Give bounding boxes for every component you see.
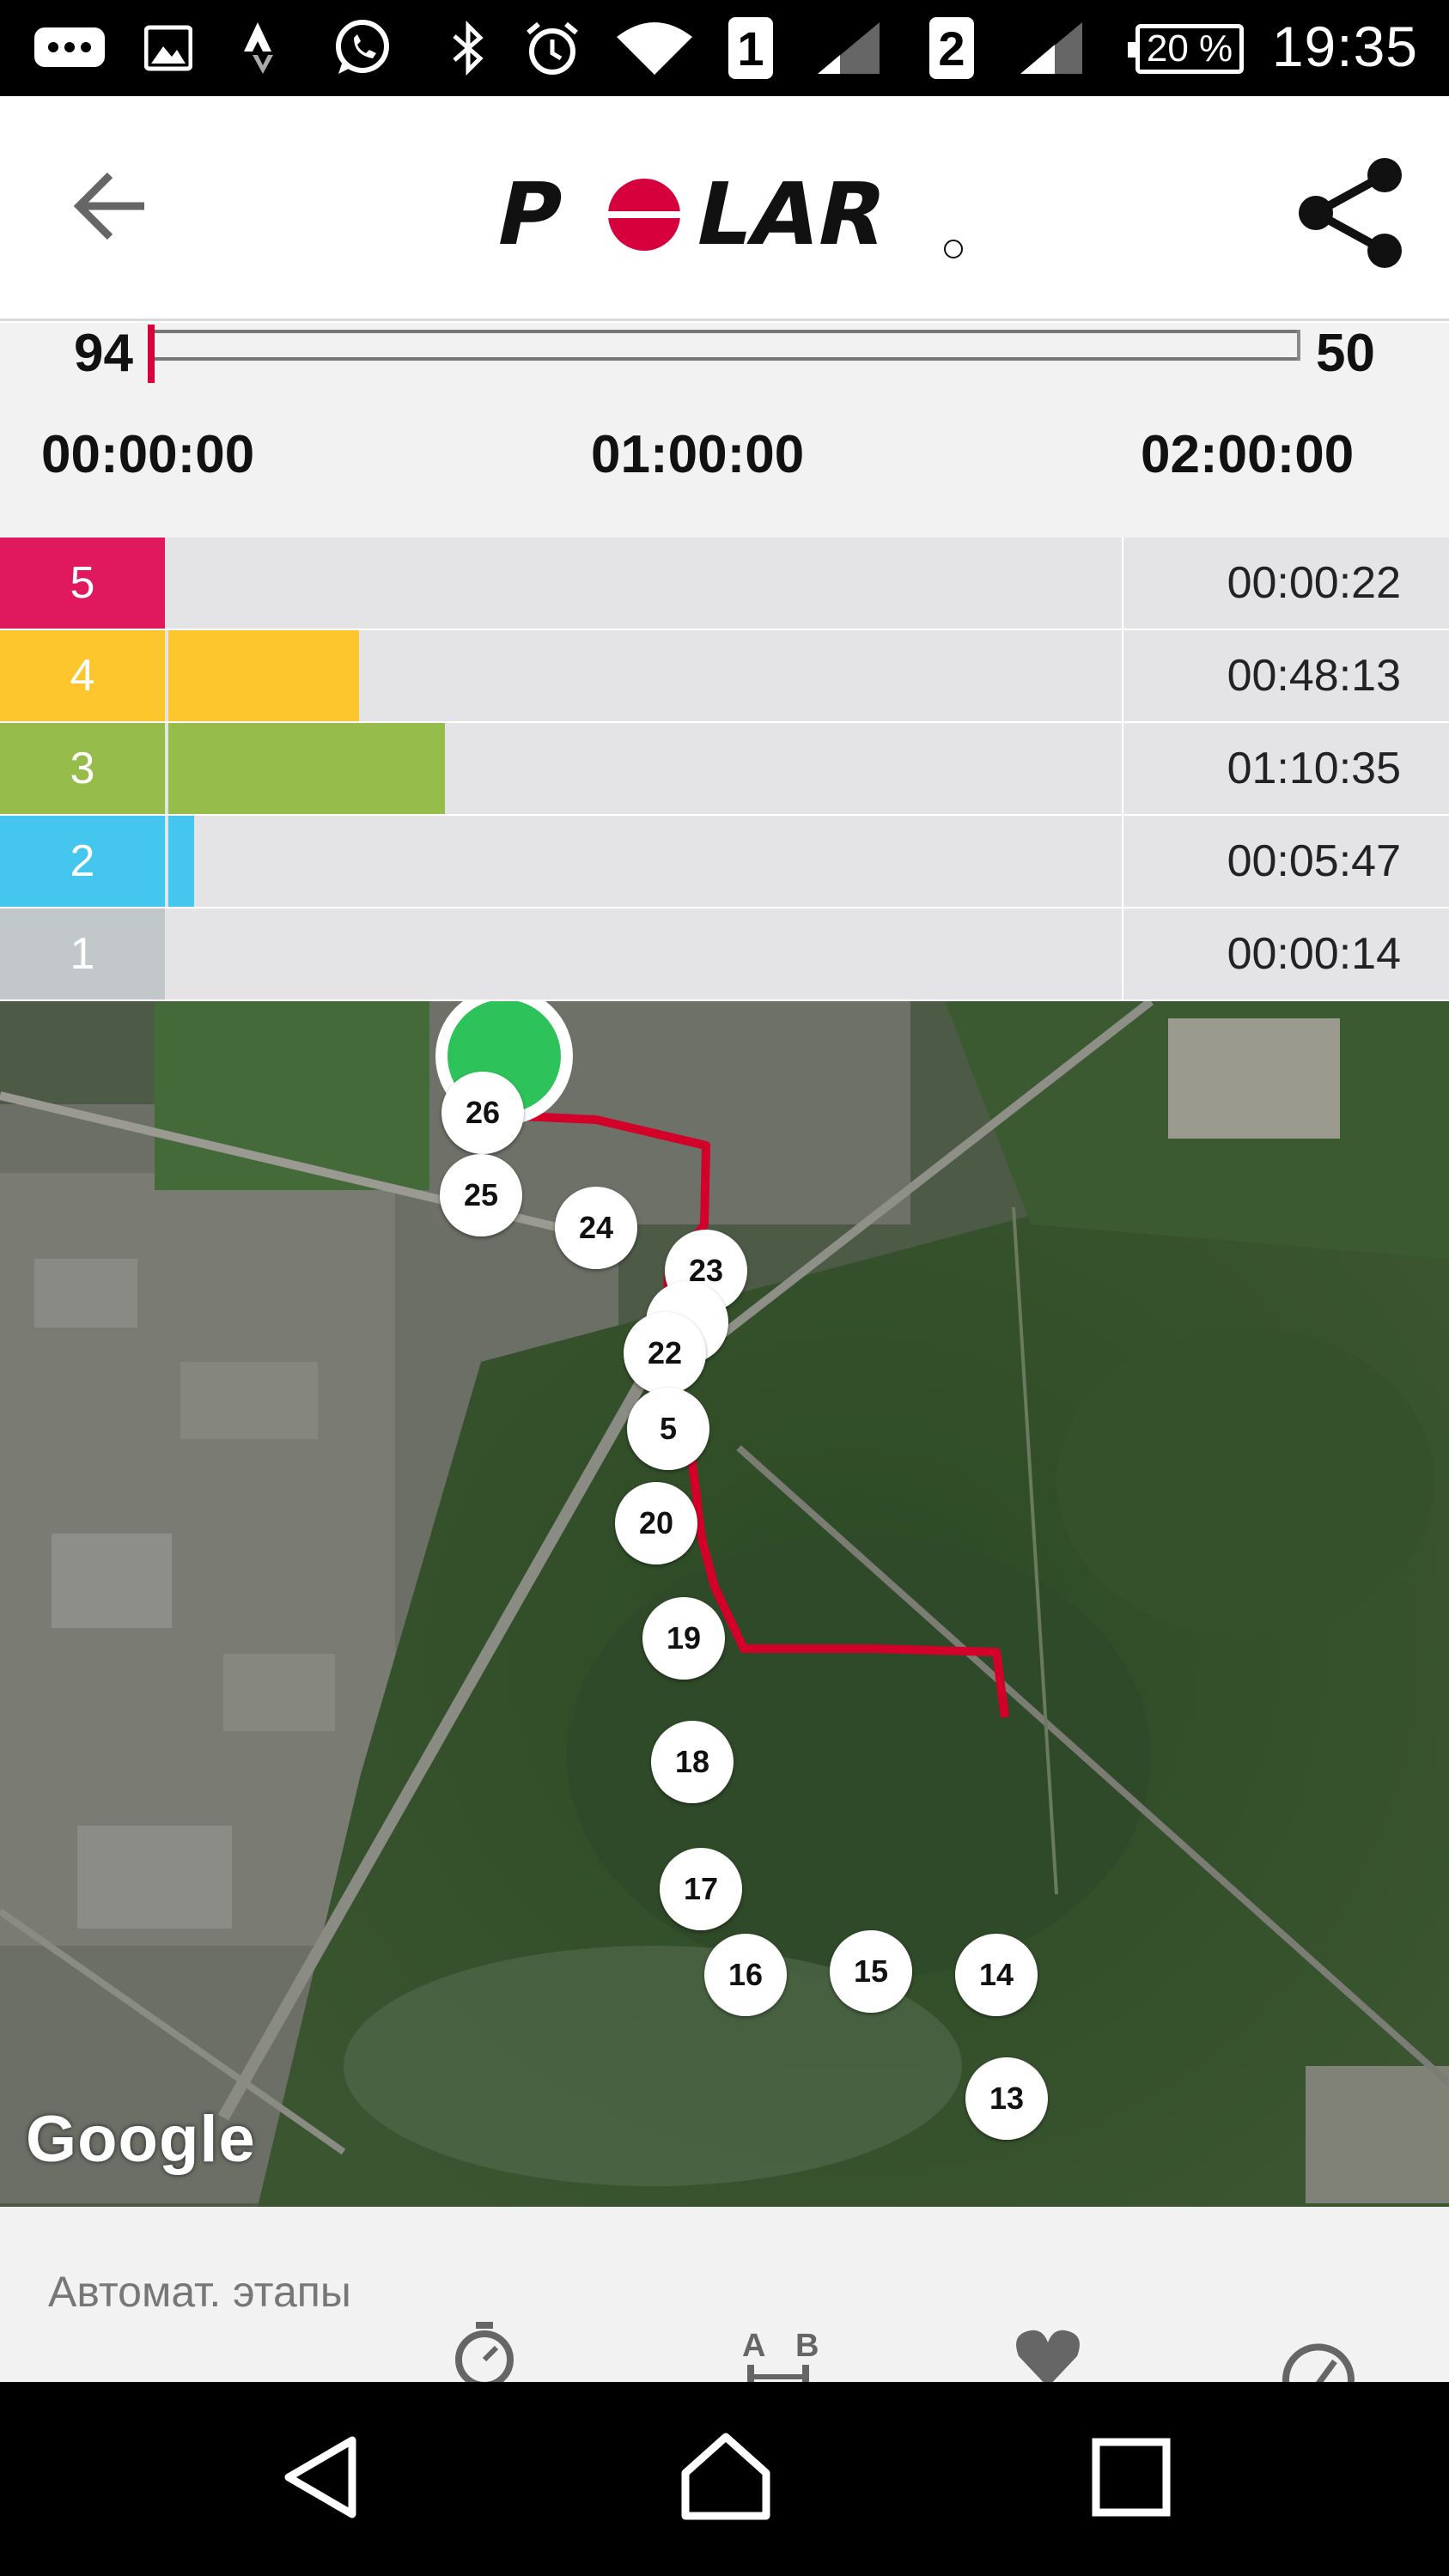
- zone-time: 00:00:22: [1227, 558, 1401, 608]
- lap-marker-20[interactable]: 20: [615, 1482, 697, 1564]
- timeline-marker[interactable]: [148, 325, 155, 383]
- nav-back-icon: [284, 2436, 356, 2518]
- nav-recents-button[interactable]: [1084, 2430, 1178, 2524]
- lap-marker-18[interactable]: 18: [651, 1721, 734, 1803]
- svg-text:LAR: LAR: [687, 167, 896, 261]
- zone-time: 01:10:35: [1227, 744, 1401, 793]
- zone-label: 2: [0, 816, 165, 907]
- system-nav-bar: [0, 2382, 1449, 2576]
- zone-row-5: 5 00:00:22: [0, 538, 1449, 630]
- battery-percent: 20 %: [1146, 27, 1233, 70]
- ab-laps-icon[interactable]: A B: [739, 2327, 825, 2382]
- timeline-track[interactable]: [148, 330, 1300, 361]
- zone-label: 5: [0, 538, 165, 629]
- zone-row-1: 1 00:00:14: [0, 908, 1449, 1001]
- whatsapp-icon: [330, 20, 395, 76]
- zone-label: 4: [0, 630, 165, 721]
- zone-time: 00:48:13: [1227, 651, 1401, 701]
- satellite-imagery: [0, 1001, 1449, 2207]
- lap-marker-26[interactable]: 26: [441, 1072, 524, 1154]
- lap-marker-19[interactable]: 19: [642, 1597, 725, 1680]
- nav-home-icon: [681, 2433, 770, 2520]
- google-attribution: Google: [26, 2103, 256, 2176]
- zone-row-2: 2 00:05:47: [0, 816, 1449, 908]
- timeline-time-start: 00:00:00: [41, 425, 255, 484]
- zone-label: 1: [0, 908, 165, 999]
- signal-icon: [814, 21, 883, 76]
- lap-marker-25[interactable]: 25: [440, 1154, 522, 1236]
- lap-marker-15[interactable]: 15: [830, 1930, 912, 2013]
- ab-label-a: A: [742, 2328, 765, 2364]
- zone-bar: [168, 630, 359, 721]
- sim2-badge: 2: [929, 17, 974, 79]
- lap-marker-24[interactable]: 24: [555, 1187, 637, 1269]
- arrow-left-icon: [73, 172, 144, 240]
- speed-gauge-icon[interactable]: [1280, 2336, 1357, 2382]
- nav-back-button[interactable]: [275, 2430, 369, 2524]
- lap-marker-16[interactable]: 16: [704, 1934, 787, 2016]
- gallery-icon: [143, 21, 194, 76]
- lap-marker-17[interactable]: 17: [660, 1848, 742, 1930]
- timeline-time-end: 02:00:00: [1141, 425, 1355, 484]
- zone-time: 00:00:14: [1227, 929, 1401, 979]
- zone-row-3: 3 01:10:35: [0, 723, 1449, 816]
- chat-notification-icon: [33, 21, 107, 76]
- laps-panel: Автомат. этапы A B: [0, 2207, 1449, 2382]
- hr-timeline: 94 50 00:00:00 01:00:00 02:00:00: [0, 323, 1449, 538]
- lap-marker-22[interactable]: 22: [624, 1312, 706, 1394]
- nav-home-button[interactable]: [679, 2430, 773, 2524]
- auto-laps-title: Автомат. этапы: [48, 2268, 351, 2316]
- alarm-icon: [522, 21, 582, 76]
- status-clock: 19:35: [1271, 15, 1418, 78]
- polar-logo-p: P: [488, 167, 572, 261]
- lap-marker-13[interactable]: 13: [965, 2057, 1048, 2140]
- signal-icon: [1017, 21, 1086, 76]
- app-header: P LAR: [0, 96, 1449, 321]
- bluetooth-icon: [447, 21, 490, 76]
- wifi-icon: [615, 21, 694, 76]
- share-button[interactable]: [1295, 156, 1407, 268]
- stopwatch-icon[interactable]: [450, 2318, 519, 2382]
- ab-label-b: B: [795, 2328, 819, 2364]
- strava-icon: [239, 21, 290, 76]
- route-map[interactable]: 26 25 24 23 22 5 20 19 18 17 16 15 14 13…: [0, 1001, 1449, 2207]
- lap-marker-14[interactable]: 14: [955, 1934, 1038, 2016]
- zone-bar: [168, 723, 445, 814]
- status-bar: 1 2 20 % 19:35: [0, 0, 1449, 96]
- back-button[interactable]: [69, 163, 155, 249]
- timeline-right-value: 50: [1316, 324, 1375, 383]
- heart-icon[interactable]: [1014, 2327, 1082, 2382]
- zone-label: 3: [0, 723, 165, 814]
- zone-time: 00:05:47: [1227, 836, 1401, 886]
- timeline-time-mid: 01:00:00: [591, 425, 805, 484]
- share-icon: [1299, 158, 1402, 268]
- zone-bar: [168, 816, 194, 907]
- battery-icon: 20 %: [1128, 24, 1244, 74]
- hr-zones: 5 00:00:22 4 00:48:13 3 01:10:35 2 00:05…: [0, 538, 1449, 1001]
- nav-recents-icon: [1092, 2438, 1171, 2517]
- sim1-badge: 1: [728, 17, 773, 79]
- timeline-left-value: 94: [74, 324, 133, 383]
- polar-logo: P LAR: [483, 164, 972, 264]
- zone-row-4: 4 00:48:13: [0, 630, 1449, 723]
- lap-marker-5[interactable]: 5: [627, 1388, 709, 1470]
